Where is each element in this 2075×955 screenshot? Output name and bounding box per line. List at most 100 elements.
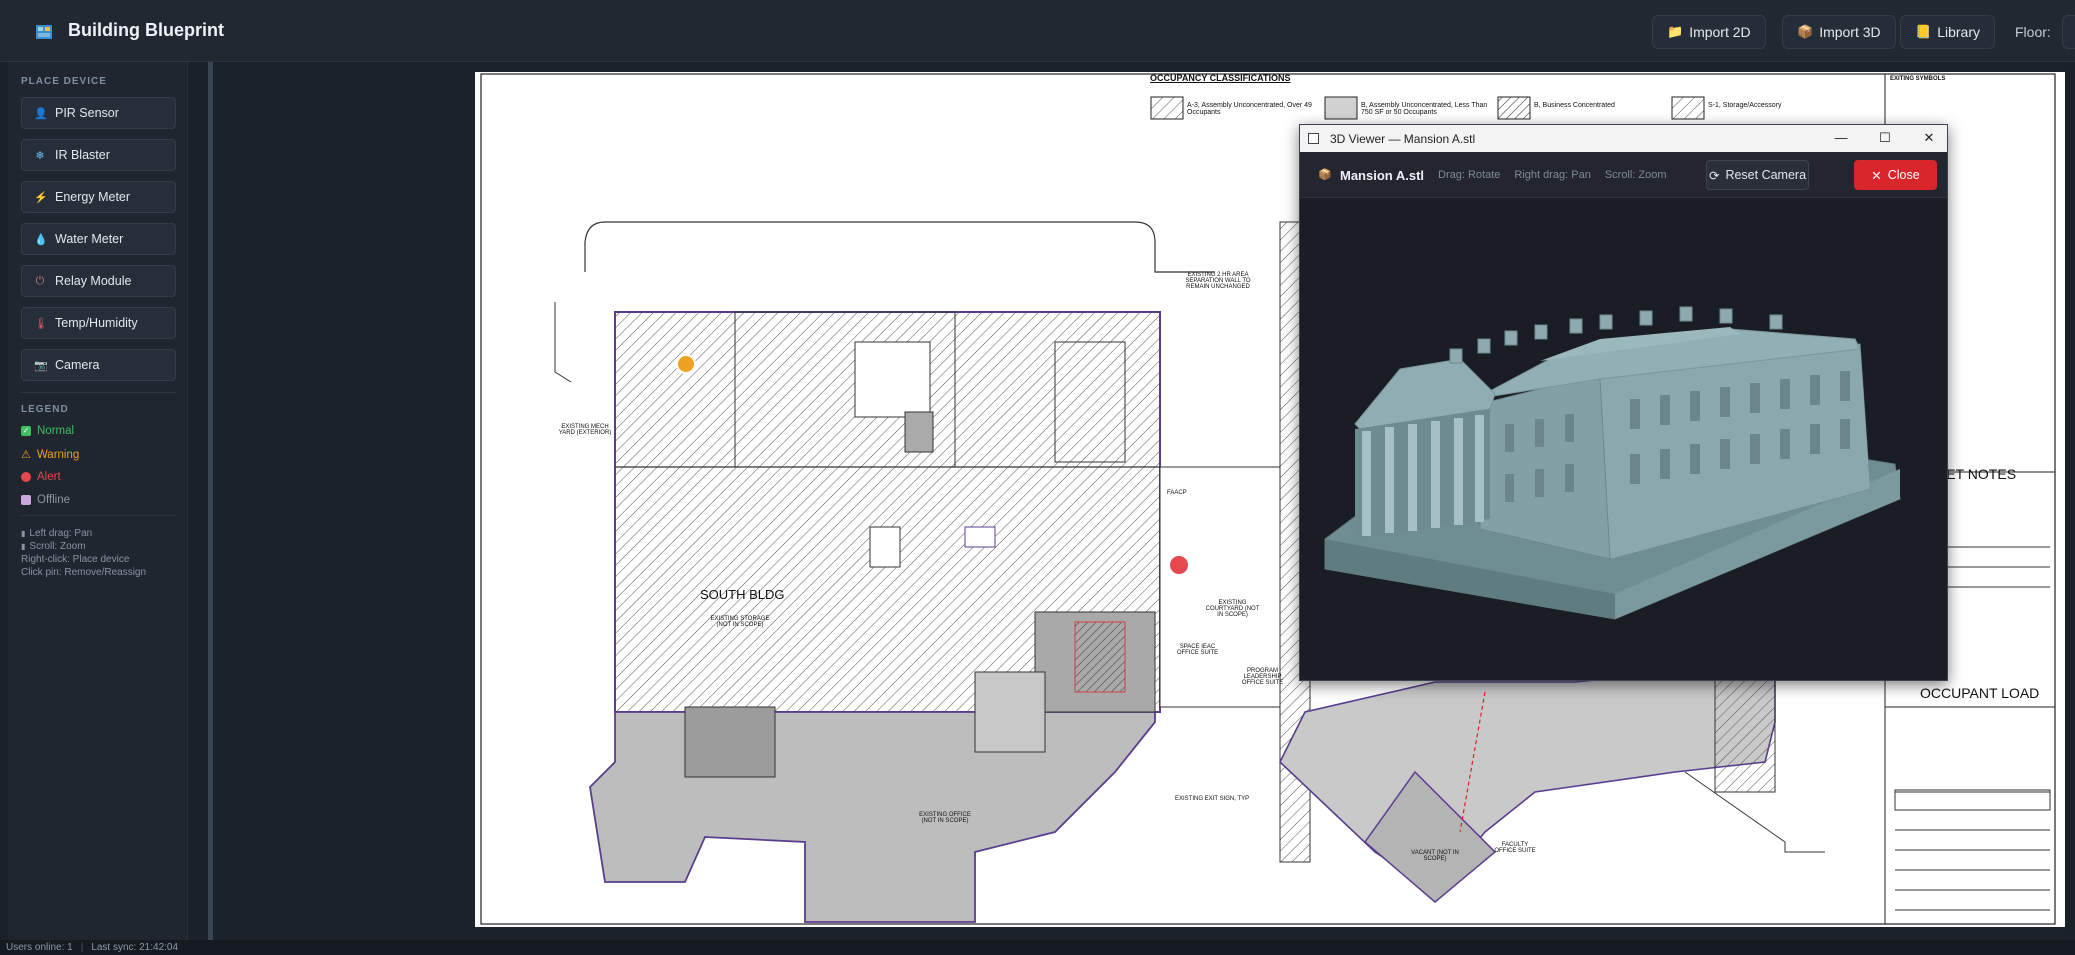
legend-label: Alert [37,471,61,483]
device-label: IR Blaster [55,148,110,162]
window-icon [1308,133,1319,144]
viewer-window-title: 3D Viewer — Mansion A.stl [1330,132,1476,146]
space-ieac-label: SPACE IEAC OFFICE SUITE [1176,644,1219,656]
app-root: Building Blueprint 📁 Import 2D 📦 Import … [0,0,2075,955]
snowflake-icon: ❄ [35,149,45,162]
viewer-titlebar[interactable]: 3D Viewer — Mansion A.stl — ☐ ✕ [1300,125,1947,152]
3d-render-stage[interactable] [1300,199,1947,680]
occ-b-business-label: B, Business Concentrated [1534,102,1615,109]
faculty-office-label: FACULTY OFFICE SUITE [1494,842,1536,854]
library-label: Library [1937,24,1980,40]
help-zoom: ▮ Scroll: Zoom [21,541,86,552]
package-icon: 📦 [1318,169,1332,181]
device-label: Water Meter [55,232,124,246]
import-2d-label: Import 2D [1689,24,1751,40]
close-icon: ✕ [1871,168,1882,183]
south-bldg-label: SOUTH BLDG [700,587,785,602]
floor-label: Floor: [2015,24,2051,40]
help-text: Left drag: Pan [29,528,93,539]
device-label: Energy Meter [55,190,131,204]
floor-select[interactable] [2062,15,2075,49]
package-icon: 📦 [1797,24,1814,39]
minimize-icon[interactable]: — [1831,129,1851,147]
mouse-icon: ▮ [21,542,26,551]
3d-viewer-window[interactable]: 3D Viewer — Mansion A.stl — ☐ ✕ 📦 Mansio… [1299,124,1948,681]
legend-heading: LEGEND [21,404,69,415]
hint-pan: Right drag: Pan [1514,169,1591,181]
device-label: Temp/Humidity [55,316,138,330]
legend-label: Offline [37,494,71,506]
refresh-icon: ⟳ [1708,168,1720,183]
help-place: Right-click: Place device [21,554,129,565]
app-title: Building Blueprint [68,20,224,40]
mech-yard-label: EXISTING MECH YARD (EXTERIOR) [558,424,612,436]
place-device-heading: PLACE DEVICE [21,76,107,87]
hint-rotate: Drag: Rotate [1438,169,1501,181]
reset-camera-label: Reset Camera [1725,168,1807,182]
help-remove: Click pin: Remove/Reassign [21,567,146,578]
occupancy-title: OCCUPANCY CLASSIFICATIONS [1150,73,1291,83]
existing-office-label: EXISTING OFFICE (NOT IN SCOPE) [919,812,971,824]
device-button-water-meter[interactable]: 💧 Water Meter [21,223,176,255]
import-3d-button[interactable]: 📦 Import 3D [1782,15,1896,49]
occ-b-assembly-label: B, Assembly Unconcentrated, Less Than 75… [1361,102,1488,116]
alert-dot-icon [21,472,31,482]
library-button[interactable]: 📒 Library [1900,15,1995,49]
device-button-pir-sensor[interactable]: 👤 PIR Sensor [21,97,176,129]
import-2d-button[interactable]: 📁 Import 2D [1652,15,1766,49]
sidebar: PLACE DEVICE 👤 PIR Sensor ❄ IR Blaster ⚡… [8,62,188,940]
device-label: PIR Sensor [55,106,119,120]
folder-icon: 📁 [1667,24,1684,39]
mouse-icon: ▮ [21,529,26,538]
lightning-icon: ⚡ [34,191,48,204]
droplet-icon: 💧 [34,233,48,246]
viewer-close-button[interactable]: ✕ Close [1854,160,1937,190]
exit-sign-label: EXISTING EXIT SIGN, TYP [1175,796,1250,802]
person-icon: 👤 [34,107,48,120]
occ-s1-label: S-1, Storage/Accessory [1708,102,1782,109]
viewer-hints: Drag: Rotate Right drag: Pan Scroll: Zoo… [1438,169,1667,181]
hint-zoom: Scroll: Zoom [1604,169,1667,181]
last-sync: Last sync: 21:42:04 [91,942,179,953]
faacp-label: FAACP [1167,490,1187,496]
vacant-label: VACANT (NOT IN SCOPE) [1411,850,1459,862]
users-online: Users online: 1 [6,942,73,953]
model-file-name: Mansion A.stl [1340,168,1425,183]
legend-label: Warning [36,448,80,461]
device-label: Camera [55,358,100,372]
occupant-load-title: OCCUPANT LOAD [1920,685,2040,701]
viewer-toolbar: 📦 Mansion A.stl Drag: Rotate Right drag:… [1300,152,1947,198]
check-icon: ✓ [21,426,31,436]
help-text: Scroll: Zoom [29,541,86,552]
window-close-icon[interactable]: ✕ [1919,129,1939,147]
device-button-relay-module[interactable]: ⏻ Relay Module [21,265,176,297]
legend-label: Normal [37,425,75,437]
blueprint-logo-icon [36,25,52,39]
maximize-icon[interactable]: ☐ [1875,129,1895,147]
warning-icon: ⚠ [21,449,31,461]
thermometer-icon: 🌡 [34,317,48,330]
legend-normal: ✓ Normal [21,425,74,437]
legend-alert: Alert [21,471,61,483]
device-button-camera[interactable]: 📷 Camera [21,349,176,381]
legend-warning: ⚠ Warning [21,448,80,462]
viewer-close-label: Close [1887,168,1920,182]
existing-storage-label: EXISTING STORAGE (NOT IN SCOPE) [710,616,770,628]
legend-offline: Offline [21,494,70,506]
occ-a3-label: A-3, Assembly Unconcentrated, Over 49 Oc… [1187,102,1312,116]
device-button-energy-meter[interactable]: ⚡ Energy Meter [21,181,176,213]
help-text: Right-click: Place device [21,554,130,565]
sidebar-divider [21,392,176,393]
exiting-symbols-label: EXITING SYMBOLS [1890,76,1946,82]
courtyard-label: EXISTING COURTYARD (NOT IN SCOPE) [1205,600,1260,618]
status-bar: Users online: 1 | Last sync: 21:42:04 [0,940,2075,955]
import-3d-label: Import 3D [1819,24,1881,40]
switch-icon: ⏻ [35,274,45,287]
program-leadership-label: PROGRAM LEADERSHIP OFFICE SUITE [1241,668,1284,686]
help-pan: ▮ Left drag: Pan [21,528,92,539]
device-button-ir-blaster[interactable]: ❄ IR Blaster [21,139,176,171]
offline-square-icon [21,495,31,505]
reset-camera-button[interactable]: ⟳ Reset Camera [1706,160,1809,190]
camera-icon: 📷 [34,359,48,372]
device-button-temp-humidity[interactable]: 🌡 Temp/Humidity [21,307,176,339]
